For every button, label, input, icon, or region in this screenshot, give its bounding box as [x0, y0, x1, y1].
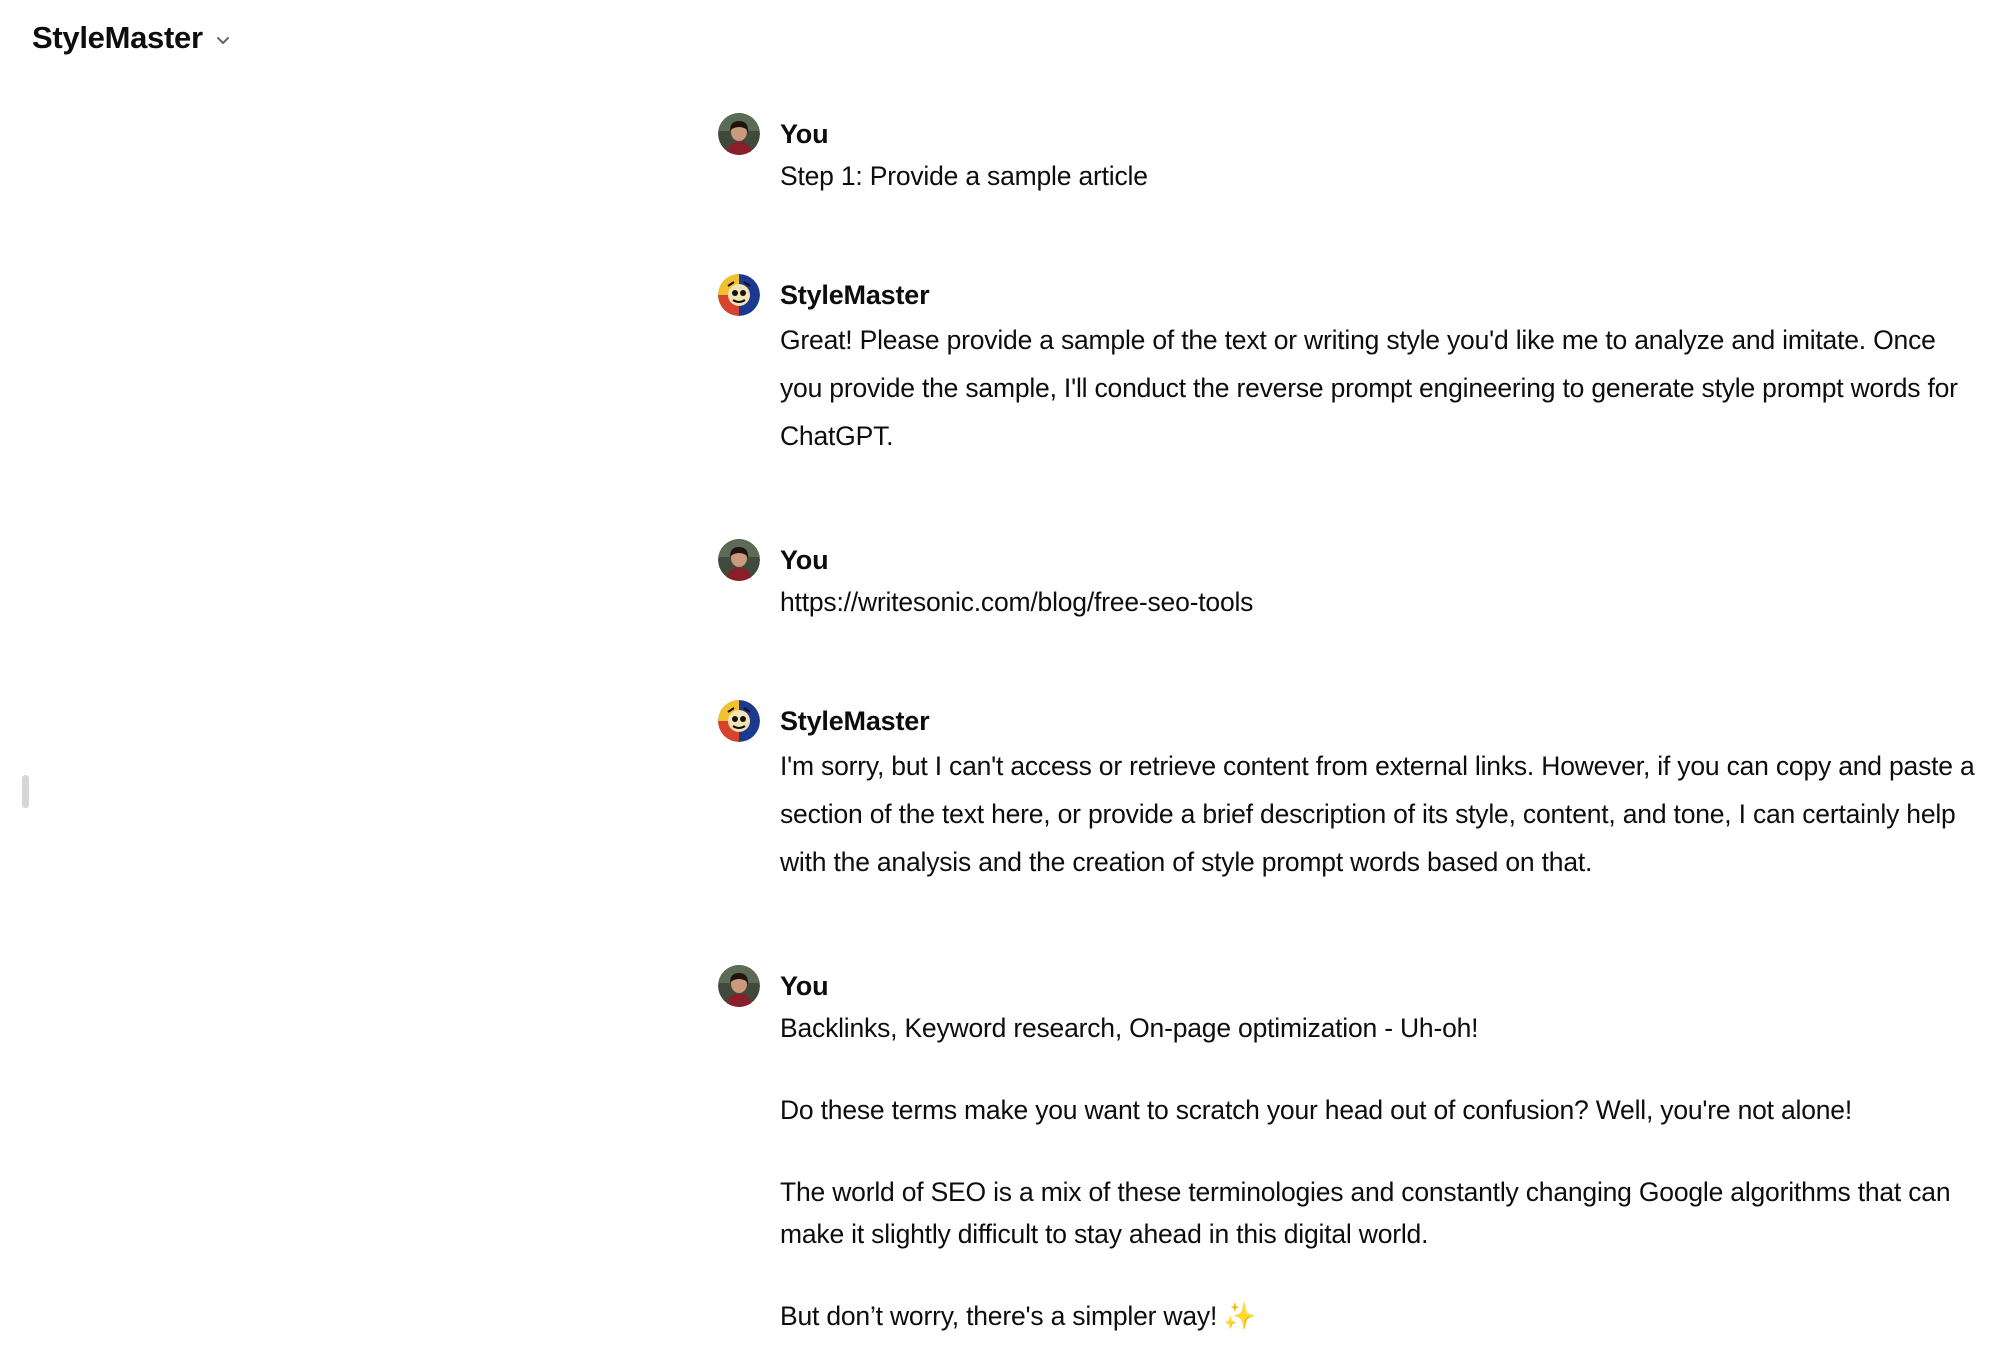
message-author: StyleMaster — [780, 280, 930, 310]
message-text: https://writesonic.com/blog/free-seo-too… — [780, 587, 1254, 617]
sparkle-emoji: ✨ — [1223, 1301, 1256, 1331]
message-user: You Step 1: Provide a sample article — [718, 113, 1968, 193]
message-user: You Backlinks, Keyword research, On-page… — [718, 965, 1968, 1353]
message-body: I'm sorry, but I can't access or retriev… — [780, 742, 1980, 886]
message-body: Backlinks, Keyword research, On-page opt… — [780, 1007, 1980, 1337]
message-text: Step 1: Provide a sample article — [780, 161, 1148, 191]
sidebar-resize-handle[interactable] — [22, 775, 29, 808]
stylemaster-avatar — [718, 274, 760, 316]
message-user: You https://writesonic.com/blog/free-seo… — [718, 539, 1968, 619]
message-text: Do these terms make you want to scratch … — [780, 1095, 1852, 1125]
message-text: Backlinks, Keyword research, On-page opt… — [780, 1013, 1479, 1043]
message-author: StyleMaster — [780, 706, 930, 736]
message-text: I'm sorry, but I can't access or retriev… — [780, 751, 1975, 877]
app-title: StyleMaster — [32, 20, 203, 55]
message-author: You — [780, 971, 829, 1001]
message-text: The world of SEO is a mix of these termi… — [780, 1177, 1951, 1249]
message-body: https://writesonic.com/blog/free-seo-too… — [780, 581, 1980, 623]
message-body: Step 1: Provide a sample article — [780, 155, 1980, 197]
stylemaster-avatar — [718, 700, 760, 742]
message-text: Great! Please provide a sample of the te… — [780, 325, 1958, 451]
user-avatar — [718, 113, 760, 155]
message-text-last: But don’t worry, there's a simpler way! ✨ — [780, 1295, 1980, 1337]
user-avatar — [718, 965, 760, 1007]
message-author: You — [780, 119, 829, 149]
message-text: But don’t worry, there's a simpler way! — [780, 1301, 1218, 1331]
message-assistant: StyleMaster Great! Please provide a samp… — [718, 274, 1968, 464]
message-author: You — [780, 545, 829, 575]
gpt-selector[interactable]: StyleMaster — [32, 16, 233, 60]
message-body: Great! Please provide a sample of the te… — [780, 316, 1980, 460]
user-avatar — [718, 539, 760, 581]
message-assistant: StyleMaster I'm sorry, but I can't acces… — [718, 700, 1975, 890]
chevron-down-icon — [213, 30, 233, 50]
